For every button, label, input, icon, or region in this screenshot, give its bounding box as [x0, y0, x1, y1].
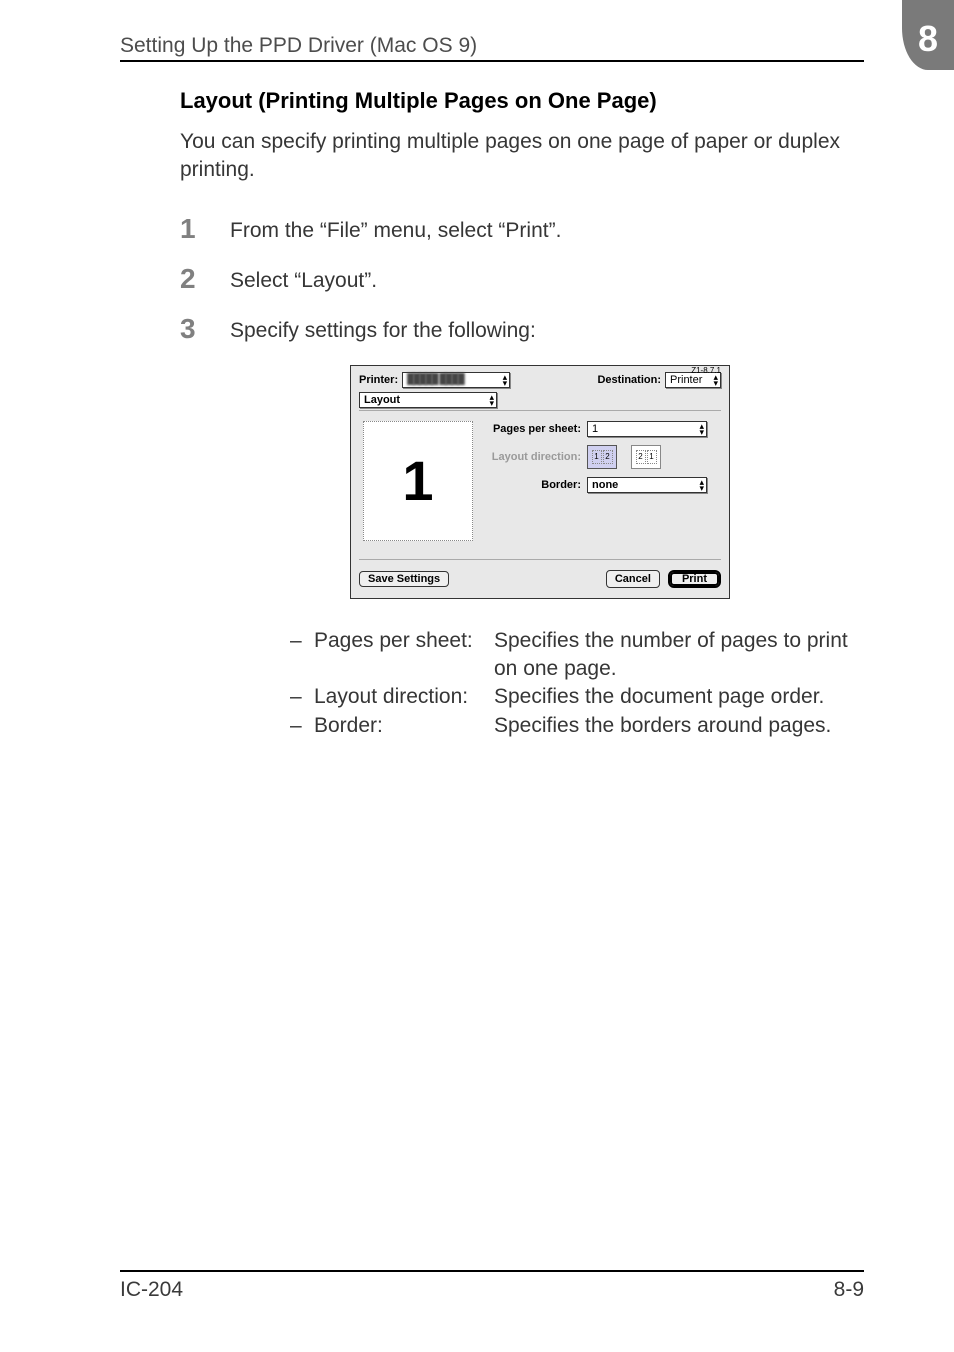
section-intro: You can specify printing multiple pages …: [180, 128, 864, 185]
layout-direction-rl-button[interactable]: 2 1: [631, 445, 661, 469]
definition-row: – Pages per sheet: Specifies the number …: [290, 627, 864, 684]
section-popup[interactable]: Layout ▴▾: [359, 392, 497, 408]
step-2: 2 Select “Layout”.: [180, 265, 864, 293]
layout-direction-lr-button[interactable]: 1 2: [587, 445, 617, 469]
layout-direction-icon: 1: [592, 450, 602, 464]
printer-label: Printer:: [359, 374, 398, 386]
border-value: none: [592, 479, 618, 491]
step-text: Specify settings for the following:: [230, 315, 536, 343]
popup-caret-icon: ▴▾: [489, 394, 494, 406]
step-number: 2: [180, 265, 230, 293]
dash: –: [290, 627, 314, 655]
footer-right: 8-9: [834, 1278, 864, 1302]
layout-direction-label: Layout direction:: [483, 451, 587, 463]
printer-popup[interactable]: █████ ████ ▴▾: [402, 372, 510, 388]
pages-per-sheet-label: Pages per sheet:: [483, 423, 587, 435]
print-dialog: Z1-8.7.1 Printer: █████ ████ ▴▾ Destinat…: [350, 365, 730, 599]
layout-direction-icon: 2: [636, 450, 646, 464]
destination-label: Destination:: [597, 374, 661, 386]
preview-glyph: 1: [402, 448, 433, 513]
definition-row: – Layout direction: Specifies the docume…: [290, 683, 864, 711]
section-title: Layout (Printing Multiple Pages on One P…: [180, 88, 864, 114]
destination-value: Printer: [670, 374, 702, 386]
definition-row: – Border: Specifies the borders around p…: [290, 712, 864, 740]
dash: –: [290, 683, 314, 711]
border-popup[interactable]: none ▴▾: [587, 477, 707, 493]
definition-desc: Specifies the document page order.: [494, 683, 864, 711]
layout-direction-icon: 1: [647, 450, 657, 464]
definition-term: Border:: [314, 712, 494, 740]
step-text: Select “Layout”.: [230, 265, 377, 293]
footer-left: IC-204: [120, 1278, 183, 1302]
section-value: Layout: [364, 394, 400, 406]
border-label: Border:: [483, 479, 587, 491]
running-header: Setting Up the PPD Driver (Mac OS 9): [120, 34, 477, 58]
step-1: 1 From the “File” menu, select “Print”.: [180, 215, 864, 243]
step-number: 1: [180, 215, 230, 243]
pages-per-sheet-popup[interactable]: 1 ▴▾: [587, 421, 707, 437]
step-3: 3 Specify settings for the following:: [180, 315, 864, 343]
step-number: 3: [180, 315, 230, 343]
definition-desc: Specifies the number of pages to print o…: [494, 627, 864, 684]
print-button[interactable]: Print: [668, 570, 721, 588]
definition-term: Pages per sheet:: [314, 627, 494, 655]
step-text: From the “File” menu, select “Print”.: [230, 215, 561, 243]
cancel-button[interactable]: Cancel: [606, 570, 660, 588]
pages-per-sheet-value: 1: [592, 423, 598, 435]
popup-caret-icon: ▴▾: [699, 423, 704, 435]
popup-caret-icon: ▴▾: [699, 479, 704, 491]
definition-term: Layout direction:: [314, 683, 494, 711]
dash: –: [290, 712, 314, 740]
dialog-version: Z1-8.7.1: [691, 366, 721, 375]
definition-desc: Specifies the borders around pages.: [494, 712, 864, 740]
printer-value: █████ ████: [407, 374, 464, 385]
chapter-number-badge: 8: [902, 0, 954, 70]
layout-preview: 1: [363, 421, 473, 541]
save-settings-button[interactable]: Save Settings: [359, 571, 449, 587]
popup-caret-icon: ▴▾: [713, 374, 718, 386]
layout-direction-icon: 2: [603, 450, 613, 464]
popup-caret-icon: ▴▾: [503, 374, 508, 386]
